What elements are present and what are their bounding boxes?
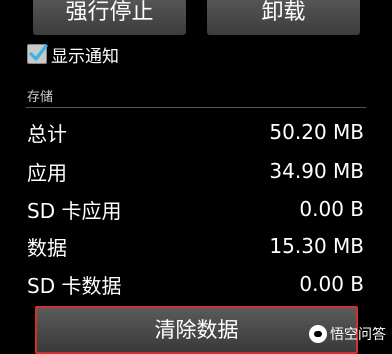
storage-row-label: 数据 bbox=[27, 235, 67, 260]
wukong-logo-icon bbox=[309, 325, 327, 343]
storage-row-value: 0.00 B bbox=[299, 197, 364, 221]
storage-row-value: 50.20 MB bbox=[269, 120, 364, 144]
watermark: 悟空问答 bbox=[309, 324, 386, 344]
uninstall-button[interactable]: 卸载 bbox=[207, 0, 360, 35]
storage-row-label: SD 卡数据 bbox=[27, 273, 122, 298]
storage-row-sd-app: SD 卡应用 0.00 B bbox=[27, 194, 364, 224]
force-stop-button[interactable]: 强行停止 bbox=[33, 0, 186, 35]
storage-row-value: 0.00 B bbox=[299, 272, 364, 296]
show-notification-label: 显示通知 bbox=[51, 46, 119, 67]
section-divider bbox=[26, 107, 366, 108]
storage-row-data: 数据 15.30 MB bbox=[27, 231, 364, 261]
checkmark-icon bbox=[29, 44, 48, 61]
storage-row-label: SD 卡应用 bbox=[27, 198, 122, 223]
storage-row-label: 总计 bbox=[27, 121, 67, 146]
storage-row-sd-data: SD 卡数据 0.00 B bbox=[27, 269, 364, 299]
storage-row-value: 15.30 MB bbox=[269, 234, 364, 258]
storage-row-label: 应用 bbox=[27, 160, 67, 185]
storage-section-header: 存储 bbox=[27, 90, 54, 105]
show-notification-checkbox[interactable] bbox=[27, 44, 48, 64]
watermark-text: 悟空问答 bbox=[330, 327, 386, 343]
storage-row-total: 总计 50.20 MB bbox=[27, 117, 364, 147]
storage-row-value: 34.90 MB bbox=[269, 159, 364, 183]
show-notification-row[interactable]: 显示通知 bbox=[27, 41, 119, 67]
storage-row-app: 应用 34.90 MB bbox=[27, 156, 364, 186]
